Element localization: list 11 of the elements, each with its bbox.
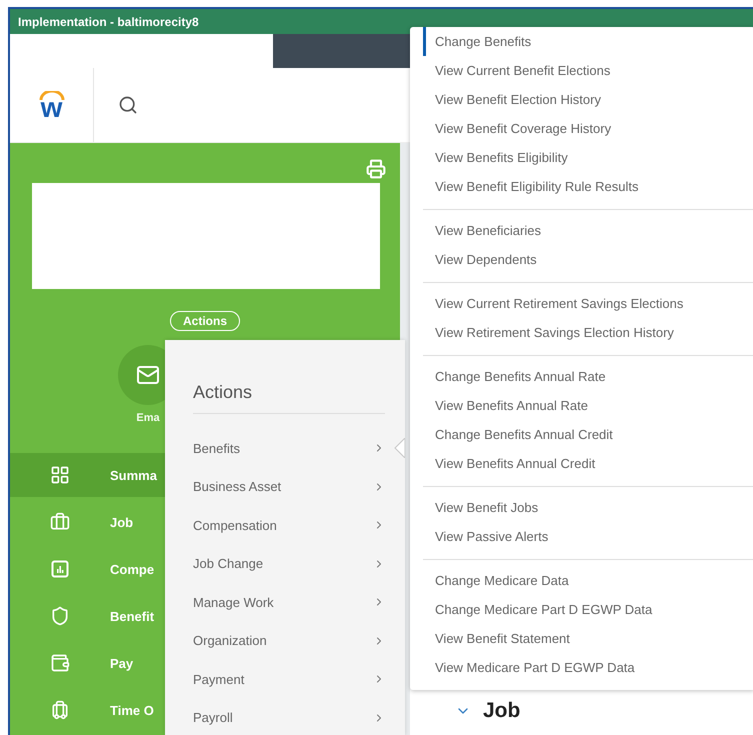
nav-label: Benefit	[110, 608, 154, 624]
nav-label: Summa	[110, 468, 157, 482]
nav-label: Pay	[110, 656, 134, 670]
nav-label: Time O	[110, 702, 154, 718]
nav-label: Job	[110, 514, 134, 530]
section-title: Job	[483, 699, 520, 723]
window-title: Implementation - baltimorecity8	[18, 14, 199, 28]
logo-letter: w	[40, 97, 62, 119]
email-label: Ema	[136, 412, 160, 424]
menu-title: Actions	[193, 340, 385, 414]
nav-label: Compe	[110, 562, 154, 576]
